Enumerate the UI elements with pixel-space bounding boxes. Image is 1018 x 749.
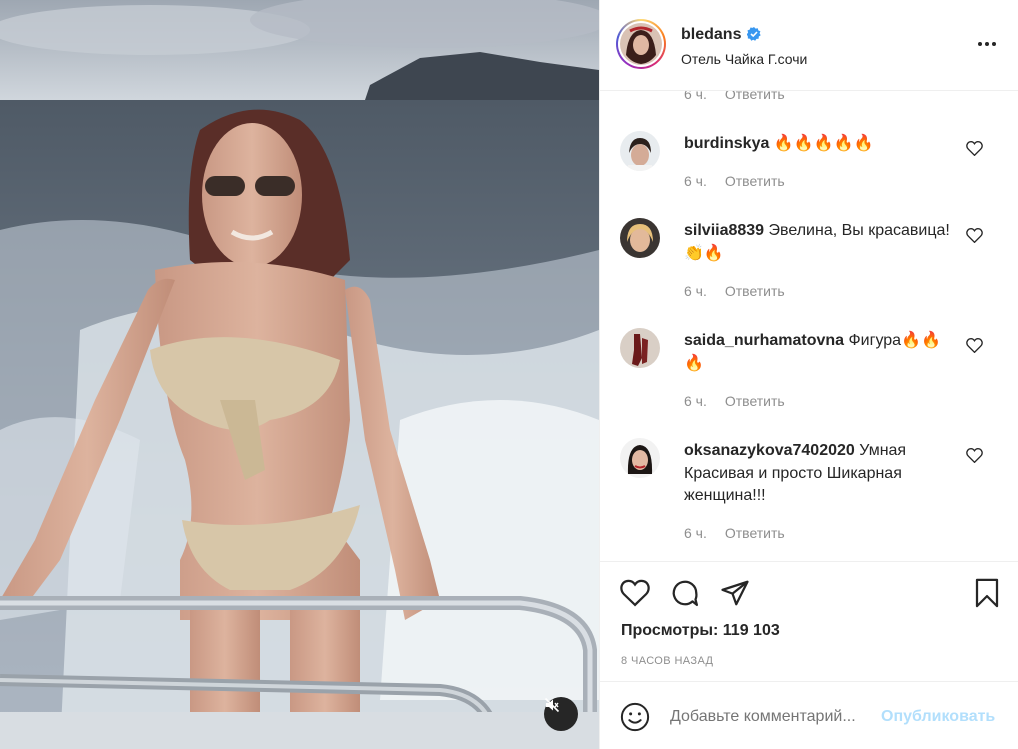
like-comment-heart-icon[interactable] (966, 338, 983, 353)
comment-username[interactable]: saida_nurhamatovna (684, 332, 844, 349)
mute-button[interactable] (544, 697, 578, 731)
reply-button[interactable]: Ответить (725, 283, 785, 299)
comment-meta: 6 ч. Ответить (684, 393, 785, 409)
post-actions: Просмотры: 119 103 8 ЧАСОВ НАЗАД (600, 561, 1018, 681)
avatar[interactable] (620, 131, 660, 171)
post-video[interactable] (0, 0, 599, 749)
more-options-button[interactable] (978, 42, 996, 46)
comment-username[interactable]: burdinskya (684, 135, 769, 152)
views-count[interactable]: Просмотры: 119 103 (621, 622, 780, 640)
bookmark-icon[interactable] (973, 578, 1001, 608)
like-comment-heart-icon[interactable] (966, 141, 983, 156)
avatar[interactable] (620, 438, 660, 478)
comment-username[interactable]: silviia8839 (684, 222, 764, 239)
comment-time: 6 ч. (684, 173, 707, 189)
comment-time: 6 ч. (684, 525, 707, 541)
comment-text: oksanazykova7402020 Умная Красивая и про… (684, 440, 950, 508)
comment-icon[interactable] (670, 578, 700, 608)
like-comment-heart-icon[interactable] (966, 448, 983, 463)
reply-button[interactable]: Ответить (725, 173, 785, 189)
post-header: bledans Отель Чайка Г.сочи (600, 0, 1018, 91)
comment-meta: 6 ч. Ответить (684, 173, 785, 189)
comment-meta: 6 ч. Ответить (684, 283, 785, 299)
story-ring[interactable] (616, 19, 666, 69)
reply-button[interactable]: Ответить (725, 525, 785, 541)
comment-input[interactable] (670, 708, 875, 726)
comment-username[interactable]: oksanazykova7402020 (684, 442, 855, 459)
paper-plane-icon[interactable] (720, 578, 750, 608)
muted-speaker-icon (544, 697, 560, 713)
comment-text: saida_nurhamatovna Фигура🔥🔥🔥 (684, 330, 950, 375)
verified-badge-icon (747, 27, 761, 41)
post-timestamp[interactable]: 8 ЧАСОВ НАЗАД (621, 655, 713, 667)
heart-icon[interactable] (620, 579, 650, 607)
avatar[interactable] (620, 328, 660, 368)
emoji-icon[interactable] (620, 702, 650, 732)
more-options-icon (978, 42, 982, 46)
avatar (620, 23, 662, 65)
comment-body: 🔥🔥🔥🔥🔥 (773, 135, 874, 152)
video-frame-illustration (0, 0, 599, 749)
comment-time: 6 ч. (684, 283, 707, 299)
comment-text: silviia8839 Эвелина, Вы красавица! 👏🔥 (684, 220, 950, 265)
comments-list[interactable]: 6 ч. Ответить burdinskya 🔥🔥🔥🔥🔥 6 ч. Отве… (600, 91, 1018, 561)
comment-meta: 6 ч. Ответить (684, 91, 785, 102)
publish-button[interactable]: Опубликовать (881, 708, 995, 726)
reply-button[interactable]: Ответить (725, 393, 785, 409)
like-comment-heart-icon[interactable] (966, 228, 983, 243)
avatar[interactable] (620, 218, 660, 258)
reply-button[interactable]: Ответить (725, 91, 785, 102)
comment-composer: Опубликовать (600, 681, 1018, 749)
post-side-panel: bledans Отель Чайка Г.сочи 6 ч. Ответить… (599, 0, 1018, 749)
comment-text: burdinskya 🔥🔥🔥🔥🔥 (684, 133, 950, 156)
comment-time: 6 ч. (684, 91, 707, 102)
comment-meta: 6 ч. Ответить (684, 525, 785, 541)
post-author-username[interactable]: bledans (681, 26, 741, 44)
comment-time: 6 ч. (684, 393, 707, 409)
post-location[interactable]: Отель Чайка Г.сочи (681, 51, 807, 67)
